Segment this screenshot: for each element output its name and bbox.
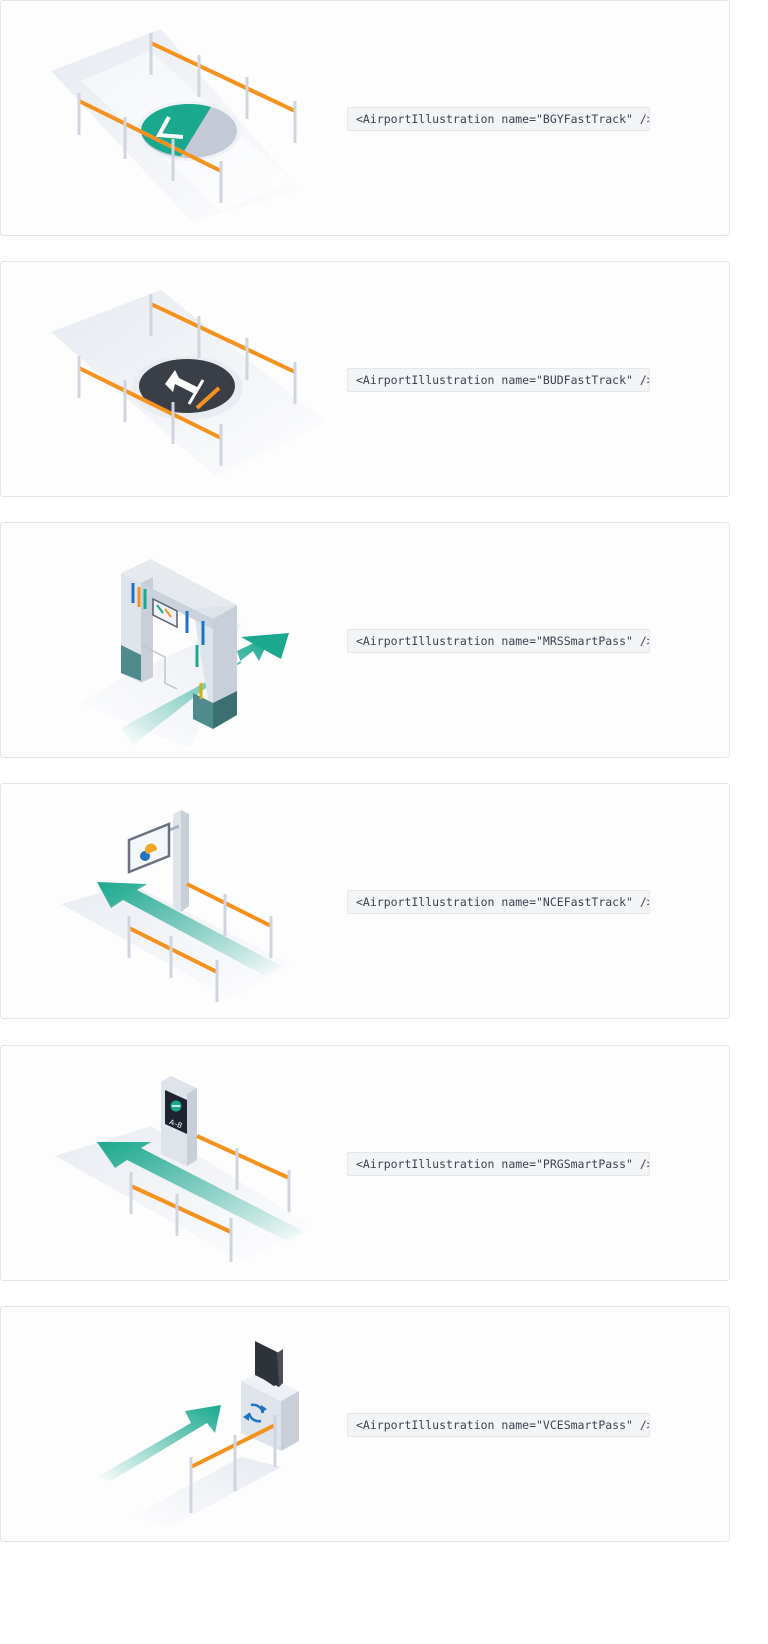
illustration-card-prg-smart-pass: A–B <AirportIllustration name="PRGSmartP… [0,1045,730,1281]
vce-smart-pass-illustration [97,1341,299,1527]
illustration-card-vce-smart-pass: <AirportIllustration name="VCESmartPass"… [0,1306,730,1542]
nce-fast-track-illustration [61,810,291,1002]
illustration-card-bgy-fast-track: <AirportIllustration name="BGYFastTrack"… [0,0,730,236]
code-snippet: <AirportIllustration name="VCESmartPass"… [347,1413,650,1437]
illustration-card-nce-fast-track: <AirportIllustration name="NCEFastTrack"… [0,783,730,1019]
prg-smart-pass-illustration: A–B [55,1076,311,1262]
illustration-card-mrs-smart-pass: <AirportIllustration name="MRSSmartPass"… [0,522,730,758]
bud-fast-track-illustration [51,290,326,477]
code-snippet: <AirportIllustration name="BGYFastTrack"… [347,107,650,131]
code-snippet: <AirportIllustration name="PRGSmartPass"… [347,1152,650,1176]
code-snippet: <AirportIllustration name="NCEFastTrack"… [347,890,650,914]
illustration-card-bud-fast-track: <AirportIllustration name="BUDFastTrack"… [0,261,730,497]
code-snippet: <AirportIllustration name="BUDFastTrack"… [347,368,650,392]
illustration-gallery: <AirportIllustration name="BGYFastTrack"… [0,0,768,1644]
mrs-smart-pass-illustration [81,559,289,748]
bgy-fast-track-illustration [51,29,301,221]
code-snippet: <AirportIllustration name="MRSSmartPass"… [347,629,650,653]
